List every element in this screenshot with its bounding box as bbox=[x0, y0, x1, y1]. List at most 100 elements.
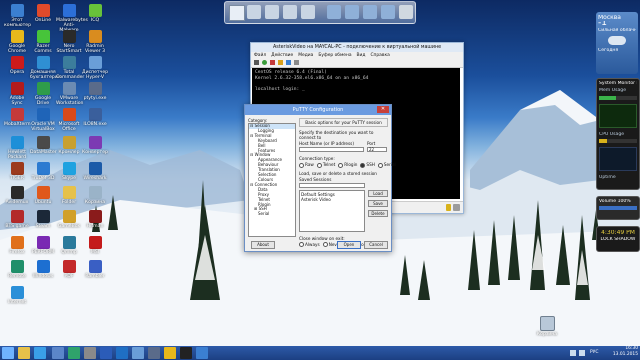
about-button[interactable]: About bbox=[251, 241, 275, 249]
desktop-icon[interactable]: GameBox bbox=[56, 210, 82, 229]
desktop-icon[interactable]: Skype bbox=[56, 162, 82, 181]
close-button[interactable]: ✕ bbox=[377, 106, 389, 113]
taskbar-explorer[interactable] bbox=[18, 347, 30, 359]
volume-slider[interactable] bbox=[599, 206, 637, 211]
radio-button[interactable] bbox=[322, 242, 328, 247]
weather-gadget[interactable]: Москва -1° Сильная облачность Сегодня bbox=[596, 12, 638, 74]
vm-menu-item[interactable]: Файл bbox=[254, 53, 266, 58]
dock-folder-icon[interactable] bbox=[327, 5, 341, 19]
port-input[interactable]: 22 bbox=[367, 147, 387, 152]
desktop-icon[interactable]: Razer Comms bbox=[30, 30, 56, 54]
vm-menu-item[interactable]: Справка bbox=[370, 53, 389, 58]
desktop-icon[interactable]: Remote bbox=[4, 260, 30, 279]
radio-option[interactable]: SSH bbox=[360, 162, 375, 168]
desktop-icon[interactable]: BTS game bbox=[4, 210, 30, 229]
taskbar-chrome[interactable] bbox=[164, 347, 176, 359]
desktop-icon[interactable]: DataMaster bbox=[30, 136, 57, 155]
desktop-icon[interactable]: Total Commander bbox=[56, 56, 84, 80]
taskbar-cmd[interactable] bbox=[180, 347, 192, 359]
taskbar-hyperv[interactable] bbox=[132, 347, 144, 359]
desktop-icon[interactable]: Malwarebytes Anti-Malware bbox=[56, 4, 88, 33]
delete-button[interactable]: Delete bbox=[368, 209, 388, 217]
save-button[interactable]: Save bbox=[368, 199, 388, 207]
desktop-icon[interactable]: VMware Workstation bbox=[56, 82, 83, 106]
desktop-icon[interactable]: Диспетчер Hyper-V bbox=[82, 56, 108, 80]
desktop-icon[interactable]: ILO8N.exe bbox=[82, 108, 108, 127]
desktop-icon[interactable]: MobaXterm bbox=[4, 108, 31, 127]
cancel-button[interactable]: Cancel bbox=[364, 241, 388, 249]
radio-button[interactable] bbox=[338, 162, 344, 168]
speaker-icon[interactable] bbox=[579, 350, 585, 356]
desktop-icon[interactable]: ICQ bbox=[82, 4, 108, 23]
desktop-icon[interactable]: TIGER bbox=[4, 162, 30, 181]
desktop-icon[interactable]: Домашняя бухгалтерия bbox=[30, 56, 61, 80]
taskbar-vm[interactable] bbox=[196, 347, 208, 359]
host-name-input[interactable] bbox=[299, 147, 364, 152]
desktop-icon[interactable]: Rambler bbox=[82, 260, 108, 279]
desktop-icon[interactable]: Internet bbox=[4, 286, 30, 305]
open-button[interactable]: Open bbox=[337, 241, 361, 249]
desktop-icon[interactable]: Avidemux bbox=[4, 186, 30, 205]
radio-option[interactable]: Telnet bbox=[316, 162, 335, 168]
radio-option[interactable]: Rlogin bbox=[338, 162, 357, 168]
toolbar-start-icon[interactable] bbox=[262, 60, 267, 65]
desktop-icon[interactable]: OnLine bbox=[30, 4, 56, 23]
desktop-icon[interactable]: Nero StartSmart bbox=[56, 30, 82, 54]
vm-menu-item[interactable]: Буфер обмена bbox=[318, 53, 351, 58]
dock-drive-icon[interactable] bbox=[265, 5, 279, 19]
desktop-icon[interactable]: Этот компьютер bbox=[4, 4, 31, 28]
radio-button[interactable] bbox=[360, 162, 366, 168]
taskbar-ie[interactable] bbox=[34, 347, 46, 359]
taskbar-store[interactable] bbox=[68, 347, 80, 359]
dock-wrench-icon[interactable] bbox=[399, 5, 413, 19]
taskbar-word[interactable] bbox=[100, 347, 112, 359]
desktop-icon[interactable]: Folder bbox=[56, 186, 82, 205]
toolbar-snapshot-icon[interactable] bbox=[294, 60, 299, 65]
desktop-icon[interactable]: Google Chrome bbox=[4, 30, 30, 54]
desktop-icon[interactable]: TruDef 3D bbox=[30, 162, 56, 181]
dock-computer-icon[interactable] bbox=[229, 5, 245, 21]
desktop-icon-recycle-bin[interactable]: Корзина bbox=[534, 316, 560, 337]
toolbar-ctrl-alt-del-icon[interactable] bbox=[254, 60, 259, 65]
vm-menu-item[interactable]: Действие bbox=[271, 53, 293, 58]
toolbar-stop-icon[interactable] bbox=[270, 60, 275, 65]
tray-language[interactable]: РУС bbox=[590, 350, 598, 356]
dock-drive-icon[interactable] bbox=[283, 5, 297, 19]
start-button[interactable] bbox=[2, 347, 14, 359]
load-button[interactable]: Load bbox=[368, 189, 388, 197]
desktop-icon[interactable]: Конвертер bbox=[82, 136, 108, 155]
desktop-icon[interactable]: Google Drive bbox=[30, 82, 56, 106]
taskbar-putty[interactable] bbox=[148, 347, 160, 359]
toolbar-pause-icon[interactable] bbox=[278, 60, 283, 65]
desktop-icon[interactable]: Корзина bbox=[82, 186, 108, 205]
desktop-icon[interactable]: Steam bbox=[30, 210, 56, 229]
dock-folder-icon[interactable] bbox=[363, 5, 377, 19]
desktop-icon[interactable]: PDF bbox=[56, 260, 82, 279]
desktop-icon[interactable]: Wireshark bbox=[82, 162, 108, 181]
dock-drive-icon[interactable] bbox=[301, 5, 315, 19]
dock-drive-icon[interactable] bbox=[247, 5, 261, 19]
session-item[interactable]: Asterisk Video bbox=[301, 197, 363, 202]
desktop-icon[interactable]: Ubuntu bbox=[30, 186, 56, 205]
desktop-icon[interactable]: MSI bbox=[82, 236, 108, 255]
tray-clock[interactable]: 16:30 13.01.2015 bbox=[608, 346, 638, 358]
desktop-icon[interactable]: Microsoft Office bbox=[56, 108, 82, 132]
dock-folder-icon[interactable] bbox=[381, 5, 395, 19]
desktop-icon[interactable]: Qmmp bbox=[56, 236, 82, 255]
desktop-icon[interactable]: Hewlett Packard bbox=[4, 136, 30, 160]
desktop-icon[interactable]: Adobe Sync bbox=[4, 82, 30, 106]
dock-folder-icon[interactable] bbox=[345, 5, 359, 19]
network-icon[interactable] bbox=[570, 350, 576, 356]
radio-option[interactable]: Serial bbox=[377, 162, 396, 168]
radio-button[interactable] bbox=[316, 162, 322, 168]
desktop-icon[interactable]: ptytyi.exe bbox=[82, 82, 108, 101]
taskbar-app1[interactable] bbox=[52, 347, 64, 359]
radio-button[interactable] bbox=[377, 162, 383, 168]
radio-button[interactable] bbox=[299, 242, 304, 247]
category-tree[interactable]: ⊟ Session Logging ⊟ Terminal Keyboard Bell Fe… bbox=[248, 123, 296, 237]
category-item[interactable]: Serial bbox=[249, 211, 295, 217]
desktop-icon[interactable]: Windows bbox=[30, 260, 56, 279]
desktop-icon[interactable]: Opera bbox=[4, 56, 30, 75]
desktop-icon[interactable]: Кромлер bbox=[56, 136, 82, 155]
taskbar-calc[interactable] bbox=[84, 347, 96, 359]
